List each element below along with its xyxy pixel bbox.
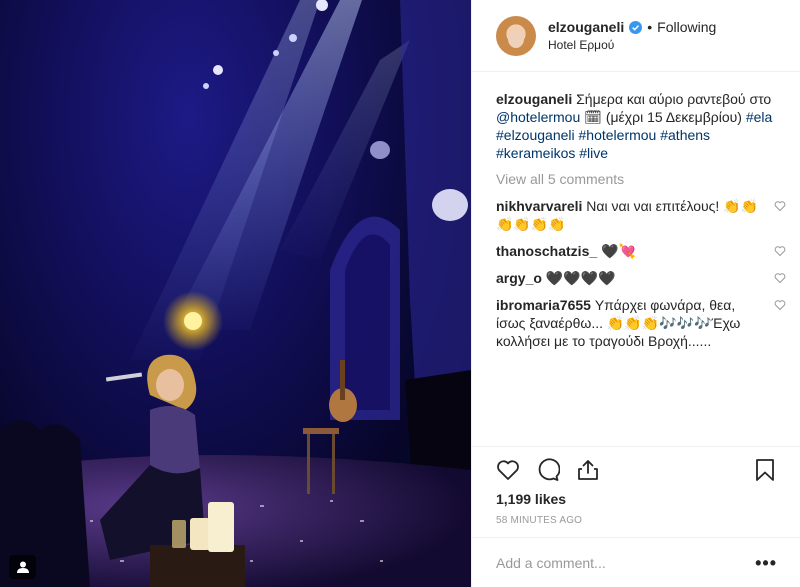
verified-badge-icon	[629, 20, 643, 34]
avatar[interactable]	[496, 15, 536, 56]
comment-text: 🖤🖤🖤🖤	[545, 270, 616, 286]
post-sidebar: elzouganeli • Following Hotel Ερμού elzo…	[471, 0, 800, 587]
add-comment-bar: •••	[472, 537, 800, 587]
more-options-button[interactable]: •••	[755, 553, 777, 574]
bookmark-icon[interactable]	[753, 458, 777, 482]
mention-link[interactable]: @hotelermou	[496, 109, 580, 125]
location-link[interactable]: Hotel Ερμού	[548, 38, 716, 52]
hashtag-link[interactable]: #elzouganeli	[496, 127, 575, 143]
save-button[interactable]	[753, 458, 777, 482]
comment-item: ibromaria7655 Υπάρχει φωνάρα, θεα, ίσως …	[496, 296, 786, 350]
following-button[interactable]: Following	[657, 19, 716, 35]
share-icon[interactable]	[576, 458, 600, 482]
comment-username[interactable]: ibromaria7655	[496, 297, 591, 313]
post-timestamp[interactable]: 58 MINUTES AGO	[496, 515, 582, 526]
header-user-line: elzouganeli • Following	[548, 19, 716, 35]
action-icons	[496, 458, 600, 482]
user-tag-icon	[16, 561, 29, 573]
add-comment-input[interactable]	[496, 555, 756, 571]
view-all-comments-link[interactable]: View all 5 comments	[496, 170, 786, 188]
comments-section: elzouganeli Σήμερα και αύριο ραντεβού στ…	[496, 90, 786, 350]
hashtag-link[interactable]: #hotelermou	[579, 127, 657, 143]
caption-text-end: 🗓 (μέχρι 15 Δεκεμβρίου)	[584, 109, 742, 125]
caption-text-start: Σήμερα και αύριο ραντεβού στο	[576, 91, 772, 107]
hashtag-link[interactable]: #live	[579, 145, 608, 161]
comment-item: nikhvarvareli Ναι ναι ναι επιτέλους! 👏👏👏…	[496, 197, 786, 233]
heart-icon[interactable]	[496, 458, 520, 482]
caption: elzouganeli Σήμερα και αύριο ραντεβού στ…	[496, 90, 786, 162]
comment-username[interactable]: argy_o	[496, 270, 542, 286]
separator-dot: •	[647, 19, 653, 35]
heart-outline-icon[interactable]	[774, 245, 786, 257]
comment-item: thanoschatzis_ 🖤💘	[496, 242, 786, 260]
header-text: elzouganeli • Following Hotel Ερμού	[548, 19, 716, 52]
tagged-users-button[interactable]	[9, 555, 36, 579]
post-header: elzouganeli • Following Hotel Ερμού	[472, 0, 800, 72]
hashtag-link[interactable]: #athens	[660, 127, 710, 143]
comment-bubble-icon[interactable]	[536, 458, 560, 482]
concert-photo	[0, 0, 471, 587]
hashtag-link[interactable]: #kerameikos	[496, 145, 575, 161]
hashtag-link[interactable]: #ela	[746, 109, 772, 125]
heart-outline-icon[interactable]	[774, 200, 786, 212]
post-photo[interactable]	[0, 0, 471, 587]
comment-item: argy_o 🖤🖤🖤🖤	[496, 269, 786, 287]
comment-text: 🖤💘	[601, 243, 636, 259]
caption-username[interactable]: elzouganeli	[496, 91, 572, 107]
username-link[interactable]: elzouganeli	[548, 19, 624, 35]
heart-outline-icon[interactable]	[774, 272, 786, 284]
heart-outline-icon[interactable]	[774, 299, 786, 311]
comment-username[interactable]: thanoschatzis_	[496, 243, 597, 259]
post-actions: 1,199 likes 58 MINUTES AGO •••	[472, 446, 800, 587]
comment-username[interactable]: nikhvarvareli	[496, 198, 582, 214]
likes-count[interactable]: 1,199 likes	[496, 491, 566, 507]
